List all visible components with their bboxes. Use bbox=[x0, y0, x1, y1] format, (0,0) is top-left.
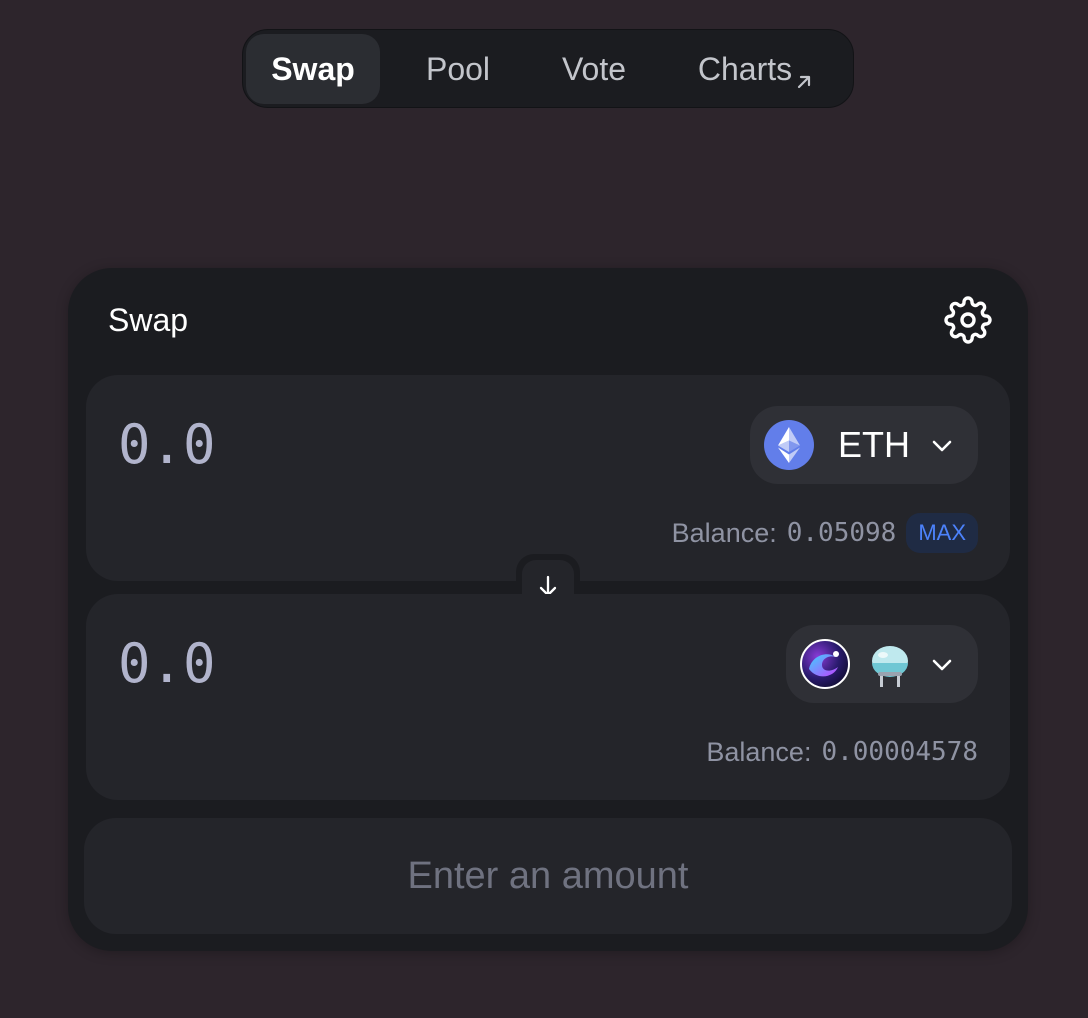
input-balance-row: Balance: 0.05098 MAX bbox=[672, 513, 978, 553]
output-panel: Balance: 0.00004578 bbox=[86, 594, 1010, 800]
nav-tab-vote[interactable]: Vote bbox=[527, 34, 661, 104]
input-balance-value: 0.05098 bbox=[786, 518, 897, 548]
input-balance-label: Balance: bbox=[671, 517, 777, 548]
chevron-down-icon bbox=[930, 434, 954, 458]
input-token-select[interactable]: ETH bbox=[750, 406, 978, 484]
output-balance-row: Balance: 0.00004578 bbox=[706, 732, 978, 772]
nav-tab-swap[interactable]: Swap bbox=[246, 34, 380, 104]
input-token-symbol: ETH bbox=[838, 424, 910, 465]
max-button[interactable]: MAX bbox=[906, 513, 978, 553]
input-panel: ETH Balance: 0.05098 MAX bbox=[86, 375, 1010, 581]
nav-tab-swap-label: Swap bbox=[271, 51, 355, 87]
output-amount-field[interactable] bbox=[118, 628, 618, 698]
input-amount-field[interactable] bbox=[118, 409, 618, 479]
output-balance-label: Balance: bbox=[706, 736, 812, 767]
nav-tab-charts-label: Charts bbox=[697, 51, 793, 87]
top-nav: Swap Pool Vote Charts bbox=[242, 29, 854, 108]
swap-title: Swap bbox=[108, 302, 189, 338]
token-logo-icon bbox=[800, 639, 850, 689]
arrow-up-right-icon bbox=[794, 46, 814, 116]
flask-icon bbox=[868, 639, 912, 689]
swap-card: Swap ETH bbox=[68, 268, 1028, 951]
gear-icon[interactable] bbox=[944, 296, 992, 344]
chevron-down-icon bbox=[930, 653, 954, 677]
output-token-select[interactable] bbox=[786, 625, 978, 703]
enter-amount-button[interactable]: Enter an amount bbox=[84, 818, 1012, 934]
ethereum-icon bbox=[764, 420, 814, 470]
nav-tab-pool[interactable]: Pool bbox=[391, 34, 525, 104]
output-balance-value: 0.00004578 bbox=[821, 737, 978, 767]
nav-tab-vote-label: Vote bbox=[561, 51, 627, 87]
nav-tab-charts[interactable]: Charts bbox=[671, 34, 841, 104]
nav-tab-pool-label: Pool bbox=[425, 51, 491, 87]
